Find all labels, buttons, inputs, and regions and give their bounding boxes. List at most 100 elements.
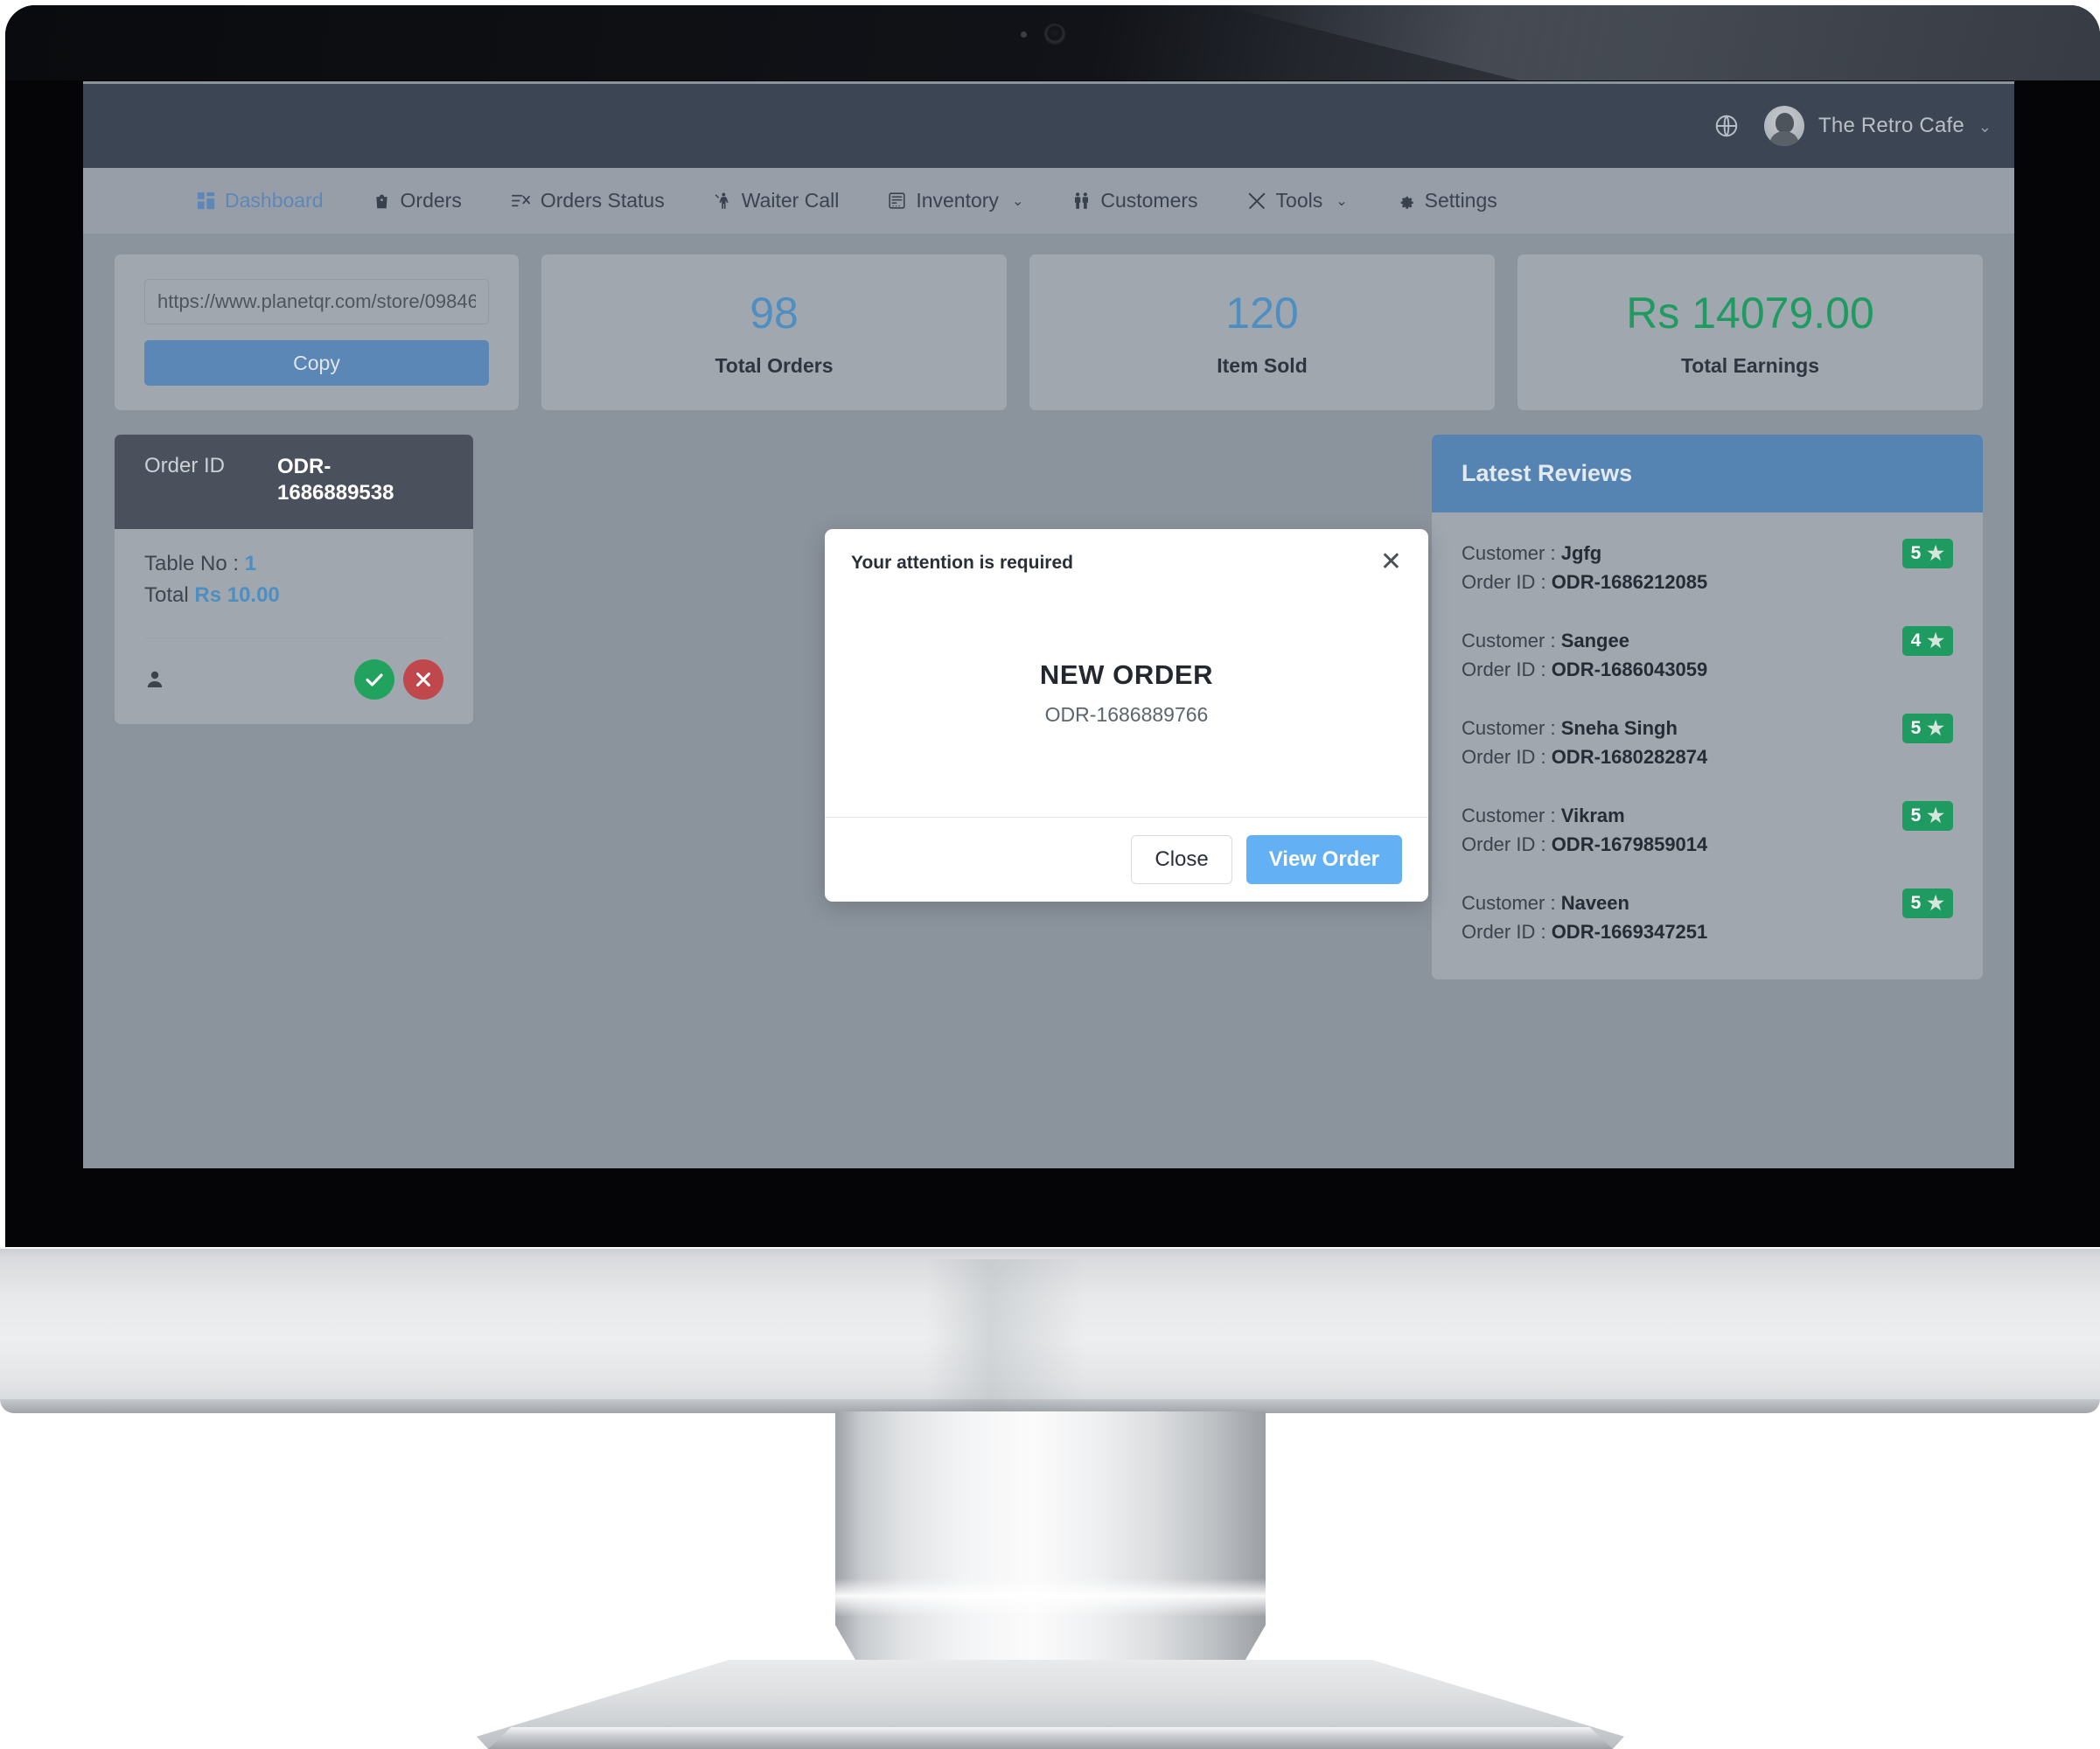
review-item[interactable]: Customer : Jgfg Order ID : ODR-168621208… [1462,539,1953,597]
order-total-line: Total Rs 10.00 [144,583,443,608]
nav-item-settings[interactable]: Settings [1397,189,1497,213]
store-link-card: Copy [115,254,519,410]
rating-badge: 5 ★ [1901,713,1953,743]
stat-label-total-orders: Total Orders [715,353,834,377]
order-card-header: Order ID ODR-1686889538 [115,435,473,529]
stat-card-total-orders: 98 Total Orders [541,254,1007,410]
nav-label-tools: Tools [1275,189,1323,212]
order-table-value: 1 [244,551,257,575]
webcam-icon [1045,24,1064,44]
globe-icon[interactable] [1713,113,1740,139]
order-actions [144,658,443,700]
close-icon[interactable]: ✕ [1380,549,1402,575]
stat-value-total-orders: 98 [750,288,799,338]
bag-icon [373,192,391,210]
nav-item-orders-status[interactable]: Orders Status [511,189,665,213]
rating-value: 5 [1910,805,1922,826]
store-link-input[interactable] [144,279,489,324]
nav-item-inventory[interactable]: Inventory ⌄ [888,189,1023,213]
stand-neck-highlight [835,1578,1266,1617]
chin-bottom-edge [0,1399,2100,1413]
stand-base-edge [488,1727,1613,1749]
accept-order-button[interactable] [354,658,394,700]
review-order-id: ODR-1686212085 [1551,571,1708,594]
modal-header: Your attention is required ✕ [825,529,1428,575]
review-order-prefix: Order ID : [1462,571,1552,594]
modal-close-button[interactable]: Close [1131,835,1232,884]
nav-item-orders[interactable]: Orders [373,189,462,213]
monitor-screen: The Retro Cafe ⌄ Dashboard Orders Orders… [83,81,2014,1168]
review-item[interactable]: Customer : Sangee Order ID : ODR-1686043… [1462,625,1953,685]
nav-label-customers: Customers [1100,189,1198,212]
review-customer-name: Vikram [1560,804,1625,826]
imac-monitor-mockup: The Retro Cafe ⌄ Dashboard Orders Orders… [0,0,2100,1749]
star-icon: ★ [1927,629,1944,652]
modal-title: Your attention is required [851,553,1073,573]
review-order-prefix: Order ID : [1462,746,1552,769]
pending-order-card: Order ID ODR-1686889538 Table No : 1 Tot… [115,435,473,724]
review-item[interactable]: Customer : Vikram Order ID : ODR-1679859… [1462,800,1953,860]
rating-badge: 5 ★ [1901,888,1953,918]
stat-label-item-sold: Item Sold [1217,353,1308,377]
nav-label-orders: Orders [400,189,462,212]
nav-item-customers[interactable]: Customers [1072,189,1198,213]
review-customer-prefix: Customer : [1462,716,1561,739]
modal-heading: NEW ORDER [1039,658,1214,690]
dashboard-app: The Retro Cafe ⌄ Dashboard Orders Orders… [83,81,2014,1168]
chevron-down-icon: ⌄ [1978,118,1992,136]
modal-view-order-button[interactable]: View Order [1245,835,1402,884]
rating-value: 5 [1910,892,1922,913]
review-order-prefix: Order ID : [1462,920,1552,943]
tools-icon [1247,192,1266,211]
review-text: Customer : Jgfg Order ID : ODR-168621208… [1462,539,1707,597]
stat-card-total-earnings: Rs 14079.00 Total Earnings [1517,254,1983,410]
rating-badge: 5 ★ [1901,800,1953,831]
header-right-group: The Retro Cafe ⌄ [1713,106,1992,146]
rating-badge: 5 ★ [1901,539,1953,568]
nav-label-inventory: Inventory [916,189,999,212]
nav-label-settings: Settings [1424,189,1497,212]
user-menu[interactable]: The Retro Cafe ⌄ [1764,106,1992,146]
modal-footer: Close View Order [825,817,1428,902]
order-table-label: Table No : [144,551,245,575]
order-id-label: Order ID [144,454,226,477]
stats-row: Copy 98 Total Orders 120 Item Sold Rs 14… [115,254,1983,410]
review-order-prefix: Order ID : [1462,833,1552,856]
star-icon: ★ [1927,716,1944,739]
reject-order-button[interactable] [403,658,443,700]
order-table-line: Table No : 1 [144,552,443,576]
review-customer-prefix: Customer : [1462,542,1561,564]
review-item[interactable]: Customer : Naveen Order ID : ODR-1669347… [1462,888,1953,947]
star-icon: ★ [1927,891,1944,914]
customers-icon [1072,192,1091,211]
review-order-prefix: Order ID : [1462,658,1552,681]
app-header: The Retro Cafe ⌄ [83,81,2014,168]
order-total-label: Total [144,582,195,607]
review-text: Customer : Sneha Singh Order ID : ODR-16… [1462,714,1707,772]
modal-body: NEW ORDER ODR-1686889766 [825,575,1428,817]
main-navbar: Dashboard Orders Orders Status Waiter Ca… [83,168,2014,233]
user-name-label: The Retro Cafe [1818,114,1964,137]
stat-value-item-sold: 120 [1225,288,1299,338]
latest-reviews-card: Latest Reviews Customer : Jgfg Order ID … [1432,435,1983,980]
nav-item-tools[interactable]: Tools ⌄ [1247,189,1348,213]
review-order-id: ODR-1680282874 [1551,746,1708,769]
chin-sheen [927,1259,1085,1413]
stat-value-total-earnings: Rs 14079.00 [1626,288,1874,338]
nav-item-waiter-call[interactable]: Waiter Call [714,189,839,213]
order-id-value: ODR-1686889538 [277,455,394,505]
review-text: Customer : Sangee Order ID : ODR-1686043… [1462,626,1707,685]
review-customer-name: Sangee [1560,629,1629,652]
copy-button[interactable]: Copy [144,340,489,386]
review-customer-name: Sneha Singh [1560,716,1678,739]
modal-order-id: ODR-1686889766 [1044,702,1209,726]
star-icon: ★ [1927,804,1944,826]
inventory-icon [888,192,906,210]
review-customer-prefix: Customer : [1462,804,1561,826]
order-total-value: Rs 10.00 [194,582,280,607]
nav-item-dashboard[interactable]: Dashboard [197,189,324,213]
review-text: Customer : Naveen Order ID : ODR-1669347… [1462,888,1707,947]
stat-card-item-sold: 120 Item Sold [1029,254,1495,410]
review-item[interactable]: Customer : Sneha Singh Order ID : ODR-16… [1462,713,1953,772]
latest-reviews-header: Latest Reviews [1432,435,1983,512]
